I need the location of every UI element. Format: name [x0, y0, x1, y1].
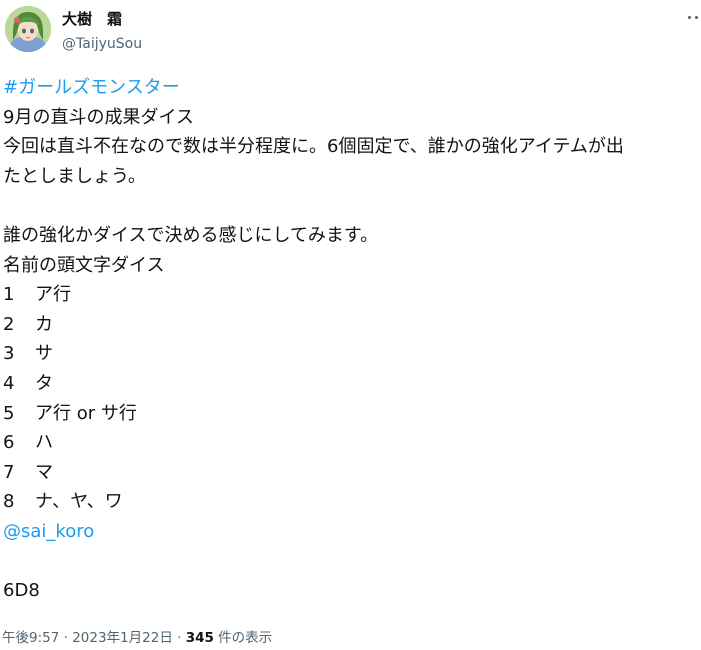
timestamp-link[interactable]: 午後9:57 · 2023年1月22日 · [2, 630, 186, 646]
dice-label: ハ [35, 432, 53, 454]
dice-number: 3 [3, 343, 15, 365]
more-options-icon[interactable] [687, 12, 701, 22]
dice-list-item: 2カ [3, 310, 699, 340]
hashtag-link[interactable]: #ガールズモンスター [3, 77, 180, 98]
dice-label: ナ、ヤ、ワ [35, 491, 123, 513]
more-dot [688, 16, 691, 19]
dice-number: 2 [3, 313, 15, 335]
tweet-line: 誰の強化かダイスで決める感じにしてみます。 [3, 224, 379, 246]
anime-character-avatar-icon [5, 6, 51, 52]
dice-list-item: 5 ア行 or サ行 [3, 399, 699, 429]
tweet-line: 9月の直斗の成果ダイス [3, 106, 194, 128]
more-dot [695, 16, 698, 19]
author-handle[interactable]: @TaijyuSou [62, 35, 142, 53]
dice-label: ア行 or サ行 [35, 402, 137, 424]
dice-number: 5 [3, 402, 15, 424]
dice-list-item: 7マ [3, 458, 699, 488]
dice-number: 6 [3, 432, 15, 454]
dice-label: タ [35, 372, 53, 394]
mention-link[interactable]: @sai_koro [3, 521, 94, 542]
tweet-line: たとしましょう。 [3, 165, 146, 187]
dice-list-item: 8 ナ、ヤ、ワ [3, 487, 699, 517]
dice-label: カ [35, 313, 53, 335]
dice-number: 4 [3, 372, 15, 394]
tweet-metadata: 午後9:57 · 2023年1月22日 · 345 件の表示 [2, 629, 272, 647]
views-label: 件の表示 [213, 630, 273, 646]
dice-command: 6D8 [3, 580, 40, 602]
dice-label: マ [35, 461, 53, 483]
dice-label: ア行 [35, 284, 71, 306]
dice-list-item: 1 ア行 [3, 280, 699, 310]
avatar[interactable] [5, 6, 51, 52]
dice-list-item: 3サ [3, 339, 699, 369]
tweet-line: 今回は直斗不在なので数は半分程度に。6個固定で、誰かの強化アイテムが出 [3, 136, 624, 158]
views-count: 345 [185, 630, 214, 646]
dice-list-item: 4タ [3, 369, 699, 399]
dice-list-item: 6ハ [3, 428, 699, 458]
tweet-card: 大樹 霜 @TaijyuSou #ガールズモンスター 9月の直斗の成果ダイス 今… [0, 0, 701, 650]
dice-number: 1 [3, 284, 15, 306]
dice-number: 7 [3, 461, 15, 483]
author-display-name[interactable]: 大樹 霜 [62, 10, 122, 28]
tweet-text: #ガールズモンスター 9月の直斗の成果ダイス 今回は直斗不在なので数は半分程度に… [3, 73, 699, 606]
dice-label: サ [35, 343, 53, 365]
dice-number: 8 [3, 491, 15, 513]
tweet-line: 名前の頭文字ダイス [3, 254, 165, 276]
